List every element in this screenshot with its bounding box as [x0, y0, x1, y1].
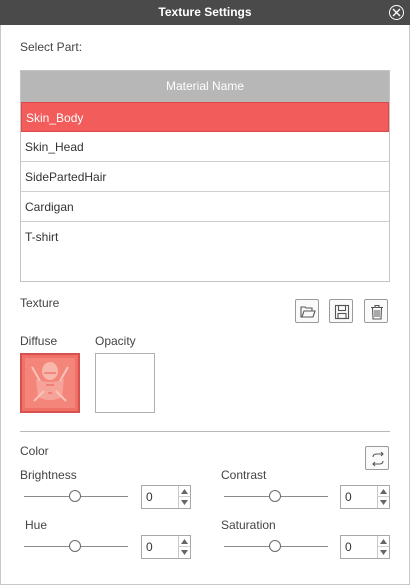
- brightness-slider-knob[interactable]: [69, 490, 81, 502]
- reset-color-button[interactable]: [365, 446, 389, 470]
- brightness-value: 0: [146, 490, 153, 504]
- opacity-texture-thumbnail[interactable]: [95, 353, 155, 413]
- brightness-label: Brightness: [20, 468, 77, 482]
- hue-slider-knob[interactable]: [69, 540, 81, 552]
- diffuse-texture-thumbnail[interactable]: [20, 353, 80, 413]
- material-name-header: Material Name: [21, 71, 389, 102]
- spin-down-icon[interactable]: [378, 547, 389, 558]
- spin-up-icon[interactable]: [179, 486, 190, 497]
- spin-down-icon[interactable]: [179, 547, 190, 558]
- delete-button[interactable]: [364, 299, 388, 323]
- saturation-value: 0: [345, 540, 352, 554]
- spin-up-icon[interactable]: [179, 536, 190, 547]
- opacity-label: Opacity: [95, 334, 136, 348]
- table-row-sideparted-hair[interactable]: SidePartedHair: [21, 162, 389, 192]
- title-bar: Texture Settings: [0, 0, 410, 25]
- table-row-tshirt[interactable]: T-shirt: [21, 222, 389, 252]
- hue-label: Hue: [25, 518, 48, 532]
- window-title: Texture Settings: [158, 5, 252, 19]
- open-folder-button[interactable]: [295, 299, 319, 323]
- saturation-slider-knob[interactable]: [269, 540, 281, 552]
- spin-down-icon[interactable]: [378, 497, 389, 508]
- select-part-label: Select Part:: [20, 40, 83, 54]
- close-icon[interactable]: [389, 5, 404, 20]
- spin-down-icon[interactable]: [179, 497, 190, 508]
- table-row-cardigan[interactable]: Cardigan: [21, 192, 389, 222]
- trash-icon: [371, 304, 383, 320]
- texture-label: Texture: [20, 296, 60, 310]
- hue-value: 0: [146, 540, 153, 554]
- diffuse-texture-image: [22, 355, 78, 411]
- material-table: Material Name Skin_Body Skin_Head SidePa…: [20, 70, 390, 282]
- spin-up-icon[interactable]: [378, 486, 389, 497]
- divider: [20, 431, 390, 432]
- contrast-slider-knob[interactable]: [269, 490, 281, 502]
- brightness-stepper[interactable]: 0: [141, 485, 191, 509]
- saturation-stepper[interactable]: 0: [340, 535, 390, 559]
- contrast-stepper[interactable]: 0: [340, 485, 390, 509]
- color-label: Color: [20, 444, 49, 458]
- reset-color-icon: [372, 451, 384, 467]
- save-button[interactable]: [329, 299, 353, 323]
- spin-up-icon[interactable]: [378, 536, 389, 547]
- contrast-value: 0: [345, 490, 352, 504]
- contrast-label: Contrast: [221, 468, 267, 482]
- table-row-skin-body[interactable]: Skin_Body: [21, 102, 389, 132]
- open-folder-icon: [300, 306, 316, 318]
- hue-stepper[interactable]: 0: [141, 535, 191, 559]
- save-icon: [334, 304, 350, 320]
- saturation-label: Saturation: [221, 518, 276, 532]
- table-row-skin-head[interactable]: Skin_Head: [21, 132, 389, 162]
- diffuse-label: Diffuse: [20, 334, 58, 348]
